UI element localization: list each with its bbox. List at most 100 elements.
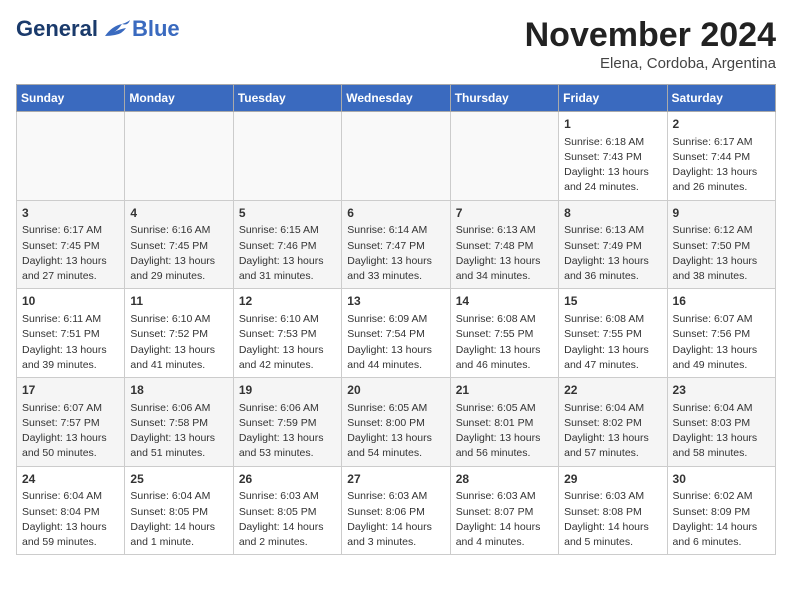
- day-number: 2: [673, 116, 770, 133]
- calendar-week-3: 10Sunrise: 6:11 AM Sunset: 7:51 PM Dayli…: [17, 289, 776, 378]
- day-number: 5: [239, 205, 336, 222]
- day-info: Sunrise: 6:03 AM Sunset: 8:08 PM Dayligh…: [564, 489, 661, 550]
- calendar-day: 20 Sunrise: 6:05 AM Sunset: 8:00 PM Dayli…: [342, 378, 450, 467]
- calendar-day: [125, 112, 233, 201]
- calendar-day: 14Sunrise: 6:08 AM Sunset: 7:55 PM Dayli…: [450, 289, 558, 378]
- calendar-day: 21 Sunrise: 6:05 AM Sunset: 8:01 PM Dayli…: [450, 378, 558, 467]
- day-info: Sunrise: 6:10 AM Sunset: 7:52 PM Dayligh…: [130, 312, 227, 373]
- calendar-table: Sunday Monday Tuesday Wednesday Thursday…: [16, 84, 776, 555]
- col-saturday: Saturday: [667, 85, 775, 112]
- calendar-day: [233, 112, 341, 201]
- day-info: Sunrise: 6:03 AM Sunset: 8:06 PM Dayligh…: [347, 489, 444, 550]
- day-number: 16: [673, 293, 770, 310]
- day-info: Sunrise: 6:02 AM Sunset: 8:09 PM Dayligh…: [673, 489, 770, 550]
- day-number: 12: [239, 293, 336, 310]
- day-number: 15: [564, 293, 661, 310]
- calendar-week-4: 17 Sunrise: 6:07 AM Sunset: 7:57 PM Dayli…: [17, 378, 776, 467]
- day-info: Sunrise: 6:05 AM Sunset: 8:01 PM Dayligh…: [456, 401, 553, 462]
- calendar-week-1: 1 Sunrise: 6:18 AM Sunset: 7:43 PM Daylig…: [17, 112, 776, 201]
- location-subtitle: Elena, Cordoba, Argentina: [525, 55, 776, 72]
- calendar-day: 29Sunrise: 6:03 AM Sunset: 8:08 PM Dayli…: [559, 466, 667, 555]
- day-number: 6: [347, 205, 444, 222]
- calendar-day: 12Sunrise: 6:10 AM Sunset: 7:53 PM Dayli…: [233, 289, 341, 378]
- logo: General Blue: [16, 16, 180, 42]
- day-number: 11: [130, 293, 227, 310]
- calendar-day: 30Sunrise: 6:02 AM Sunset: 8:09 PM Dayli…: [667, 466, 775, 555]
- calendar-day: 23Sunrise: 6:04 AM Sunset: 8:03 PM Dayli…: [667, 378, 775, 467]
- day-info: Sunrise: 6:05 AM Sunset: 8:00 PM Dayligh…: [347, 401, 444, 462]
- day-info: Sunrise: 6:08 AM Sunset: 7:55 PM Dayligh…: [564, 312, 661, 373]
- calendar-day: 18 Sunrise: 6:06 AM Sunset: 7:58 PM Dayli…: [125, 378, 233, 467]
- calendar-day: 4Sunrise: 6:16 AM Sunset: 7:45 PM Daylig…: [125, 200, 233, 289]
- day-info: Sunrise: 6:11 AM Sunset: 7:51 PM Dayligh…: [22, 312, 119, 373]
- day-number: 19: [239, 382, 336, 399]
- calendar-day: 19 Sunrise: 6:06 AM Sunset: 7:59 PM Dayli…: [233, 378, 341, 467]
- day-info: Sunrise: 6:08 AM Sunset: 7:55 PM Dayligh…: [456, 312, 553, 373]
- calendar-day: 15 Sunrise: 6:08 AM Sunset: 7:55 PM Dayli…: [559, 289, 667, 378]
- day-number: 29: [564, 471, 661, 488]
- day-number: 3: [22, 205, 119, 222]
- day-info: Sunrise: 6:17 AM Sunset: 7:45 PM Dayligh…: [22, 223, 119, 284]
- day-number: 1: [564, 116, 661, 133]
- day-number: 30: [673, 471, 770, 488]
- calendar-day: 25Sunrise: 6:04 AM Sunset: 8:05 PM Dayli…: [125, 466, 233, 555]
- day-number: 20: [347, 382, 444, 399]
- day-number: 8: [564, 205, 661, 222]
- calendar-week-2: 3Sunrise: 6:17 AM Sunset: 7:45 PM Daylig…: [17, 200, 776, 289]
- day-info: Sunrise: 6:14 AM Sunset: 7:47 PM Dayligh…: [347, 223, 444, 284]
- calendar-week-5: 24Sunrise: 6:04 AM Sunset: 8:04 PM Dayli…: [17, 466, 776, 555]
- col-tuesday: Tuesday: [233, 85, 341, 112]
- day-number: 22: [564, 382, 661, 399]
- day-info: Sunrise: 6:06 AM Sunset: 7:58 PM Dayligh…: [130, 401, 227, 462]
- day-info: Sunrise: 6:12 AM Sunset: 7:50 PM Dayligh…: [673, 223, 770, 284]
- calendar-day: 16 Sunrise: 6:07 AM Sunset: 7:56 PM Dayli…: [667, 289, 775, 378]
- day-info: Sunrise: 6:15 AM Sunset: 7:46 PM Dayligh…: [239, 223, 336, 284]
- day-number: 17: [22, 382, 119, 399]
- day-info: Sunrise: 6:07 AM Sunset: 7:57 PM Dayligh…: [22, 401, 119, 462]
- month-title: November 2024: [525, 16, 776, 55]
- day-number: 24: [22, 471, 119, 488]
- day-number: 28: [456, 471, 553, 488]
- day-info: Sunrise: 6:04 AM Sunset: 8:03 PM Dayligh…: [673, 401, 770, 462]
- day-info: Sunrise: 6:16 AM Sunset: 7:45 PM Dayligh…: [130, 223, 227, 284]
- day-info: Sunrise: 6:06 AM Sunset: 7:59 PM Dayligh…: [239, 401, 336, 462]
- title-area: November 2024 Elena, Cordoba, Argentina: [525, 16, 776, 72]
- calendar-day: 6Sunrise: 6:14 AM Sunset: 7:47 PM Daylig…: [342, 200, 450, 289]
- calendar-day: 3Sunrise: 6:17 AM Sunset: 7:45 PM Daylig…: [17, 200, 125, 289]
- calendar-day: 9Sunrise: 6:12 AM Sunset: 7:50 PM Daylig…: [667, 200, 775, 289]
- col-thursday: Thursday: [450, 85, 558, 112]
- day-info: Sunrise: 6:07 AM Sunset: 7:56 PM Dayligh…: [673, 312, 770, 373]
- calendar-day: 26Sunrise: 6:03 AM Sunset: 8:05 PM Dayli…: [233, 466, 341, 555]
- day-info: Sunrise: 6:03 AM Sunset: 8:07 PM Dayligh…: [456, 489, 553, 550]
- day-info: Sunrise: 6:13 AM Sunset: 7:48 PM Dayligh…: [456, 223, 553, 284]
- day-number: 18: [130, 382, 227, 399]
- day-info: Sunrise: 6:03 AM Sunset: 8:05 PM Dayligh…: [239, 489, 336, 550]
- calendar-day: 5Sunrise: 6:15 AM Sunset: 7:46 PM Daylig…: [233, 200, 341, 289]
- calendar-day: 28Sunrise: 6:03 AM Sunset: 8:07 PM Dayli…: [450, 466, 558, 555]
- page-header: General Blue November 2024 Elena, Cordob…: [16, 16, 776, 72]
- col-monday: Monday: [125, 85, 233, 112]
- day-info: Sunrise: 6:13 AM Sunset: 7:49 PM Dayligh…: [564, 223, 661, 284]
- day-number: 4: [130, 205, 227, 222]
- calendar-day: 8Sunrise: 6:13 AM Sunset: 7:49 PM Daylig…: [559, 200, 667, 289]
- calendar-header-row: Sunday Monday Tuesday Wednesday Thursday…: [17, 85, 776, 112]
- calendar-day: [342, 112, 450, 201]
- day-info: Sunrise: 6:18 AM Sunset: 7:43 PM Dayligh…: [564, 135, 661, 196]
- day-number: 7: [456, 205, 553, 222]
- day-number: 21: [456, 382, 553, 399]
- day-info: Sunrise: 6:09 AM Sunset: 7:54 PM Dayligh…: [347, 312, 444, 373]
- calendar-day: 10Sunrise: 6:11 AM Sunset: 7:51 PM Dayli…: [17, 289, 125, 378]
- logo-blue: Blue: [132, 16, 180, 42]
- calendar-day: 22 Sunrise: 6:04 AM Sunset: 8:02 PM Dayli…: [559, 378, 667, 467]
- calendar-day: 7Sunrise: 6:13 AM Sunset: 7:48 PM Daylig…: [450, 200, 558, 289]
- day-info: Sunrise: 6:04 AM Sunset: 8:02 PM Dayligh…: [564, 401, 661, 462]
- day-number: 25: [130, 471, 227, 488]
- col-friday: Friday: [559, 85, 667, 112]
- calendar-day: 27Sunrise: 6:03 AM Sunset: 8:06 PM Dayli…: [342, 466, 450, 555]
- calendar-day: [450, 112, 558, 201]
- calendar-day: 17 Sunrise: 6:07 AM Sunset: 7:57 PM Dayli…: [17, 378, 125, 467]
- col-wednesday: Wednesday: [342, 85, 450, 112]
- logo-bird-icon: [100, 18, 130, 40]
- logo-general: General: [16, 16, 98, 42]
- calendar-day: 11 Sunrise: 6:10 AM Sunset: 7:52 PM Dayli…: [125, 289, 233, 378]
